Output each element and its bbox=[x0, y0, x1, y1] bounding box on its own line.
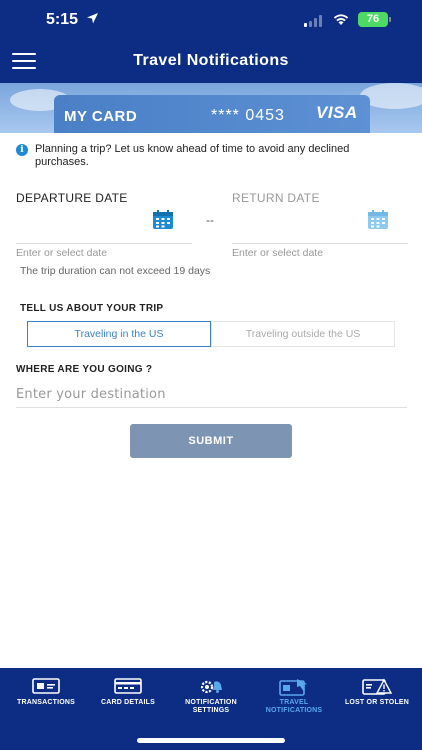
tab-card-details[interactable]: CARD DETAILS bbox=[86, 668, 170, 728]
tab-transactions[interactable]: TRANSACTIONS bbox=[4, 668, 88, 728]
trip-type-heading: TELL US ABOUT YOUR TRIP bbox=[20, 303, 164, 314]
info-text: Planning a trip? Let us know ahead of ti… bbox=[35, 143, 350, 168]
date-separator: -- bbox=[206, 213, 214, 227]
tab-notification-settings[interactable]: NOTIFICATION SETTINGS bbox=[169, 668, 253, 728]
nav-bar: Travel Notifications bbox=[0, 40, 422, 83]
card-brand-logo: VISA bbox=[316, 103, 358, 122]
cellular-signal-icon bbox=[304, 14, 324, 32]
travel-form: i Planning a trip? Let us know ahead of … bbox=[0, 133, 422, 668]
location-arrow-icon bbox=[86, 12, 99, 30]
info-icon: i bbox=[16, 144, 28, 156]
tab-label: LOST OR STOLEN bbox=[344, 699, 410, 706]
traveling-outside-us-option[interactable]: Traveling outside the US bbox=[211, 321, 395, 347]
return-date-field[interactable] bbox=[232, 234, 408, 244]
home-indicator bbox=[137, 738, 285, 743]
notification-settings-icon bbox=[169, 678, 253, 696]
tab-label: TRAVEL NOTIFICATIONS bbox=[265, 699, 323, 714]
departure-date-label: DEPARTURE DATE bbox=[16, 191, 128, 205]
departure-date-field[interactable] bbox=[16, 234, 192, 244]
card-details-icon bbox=[86, 678, 170, 696]
card-image: MY CARD **** 0453 VISA bbox=[54, 95, 370, 133]
status-time: 5:15 bbox=[46, 11, 79, 28]
tab-label: CARD DETAILS bbox=[101, 699, 155, 706]
destination-heading: WHERE ARE YOU GOING ? bbox=[16, 364, 153, 375]
battery-indicator: 76 bbox=[358, 12, 391, 27]
wifi-icon bbox=[332, 12, 350, 31]
lost-or-stolen-icon bbox=[335, 678, 419, 696]
tab-label: TRANSACTIONS bbox=[16, 699, 75, 706]
transactions-icon bbox=[4, 678, 88, 696]
return-date-label: RETURN DATE bbox=[232, 191, 320, 205]
travel-notifications-icon bbox=[252, 678, 336, 696]
return-calendar-icon[interactable] bbox=[367, 210, 389, 230]
tab-lost-or-stolen[interactable]: LOST OR STOLEN bbox=[335, 668, 419, 728]
card-number: **** 0453 bbox=[211, 107, 285, 124]
departure-date-placeholder: Enter or select date bbox=[16, 247, 108, 259]
departure-calendar-icon[interactable] bbox=[152, 210, 174, 230]
submit-button[interactable]: SUBMIT bbox=[130, 424, 292, 458]
status-bar: 5:15 76 bbox=[0, 0, 422, 40]
info-message: i Planning a trip? Let us know ahead of … bbox=[16, 143, 396, 169]
page-title: Travel Notifications bbox=[133, 52, 289, 69]
duration-note: The trip duration can not exceed 19 days bbox=[20, 265, 211, 277]
card-name: MY CARD bbox=[64, 108, 138, 125]
card-banner: MY CARD **** 0453 VISA bbox=[0, 83, 422, 133]
tab-label: NOTIFICATION SETTINGS bbox=[185, 699, 237, 714]
return-date-placeholder: Enter or select date bbox=[232, 247, 324, 259]
traveling-in-us-option[interactable]: Traveling in the US bbox=[27, 321, 211, 347]
destination-input[interactable] bbox=[16, 382, 407, 408]
tab-travel-notifications[interactable]: TRAVEL NOTIFICATIONS bbox=[252, 668, 336, 728]
